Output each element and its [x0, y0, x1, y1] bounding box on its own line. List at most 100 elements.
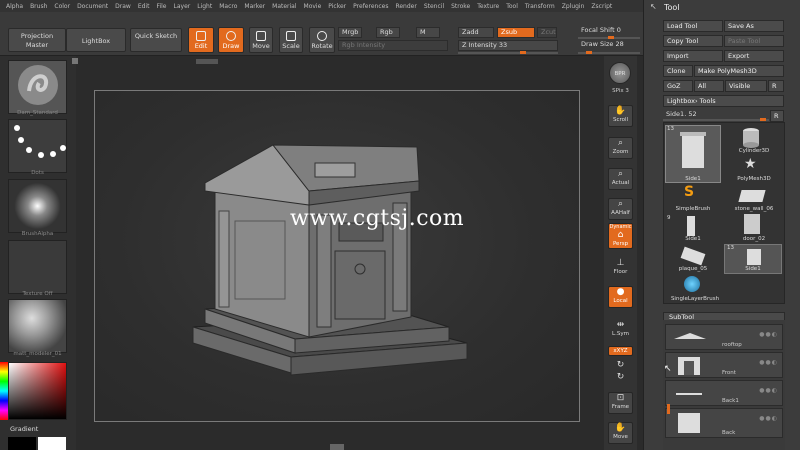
menu-item-file[interactable]: File: [156, 3, 166, 10]
visibility-eye-icon[interactable]: ●●◐: [759, 359, 778, 366]
hue-strip[interactable]: [0, 362, 8, 420]
rotate-button[interactable]: Rotate: [309, 27, 335, 53]
import-button[interactable]: Import: [663, 50, 723, 62]
visibility-eye-icon[interactable]: ●●◐: [759, 331, 778, 338]
current-tool-knob[interactable]: [760, 118, 766, 121]
simplebrush-icon[interactable]: S: [684, 184, 694, 200]
zcut-toggle[interactable]: Zcut: [537, 27, 557, 38]
menu-item-layer[interactable]: Layer: [174, 3, 191, 10]
move-button[interactable]: Move: [249, 27, 273, 53]
color-picker[interactable]: [8, 362, 67, 420]
r2-button[interactable]: R: [770, 110, 784, 122]
primary-color-swatch[interactable]: [8, 437, 36, 450]
mrgb-toggle[interactable]: Mrgb: [338, 27, 362, 38]
paste-tool-button[interactable]: Paste Tool: [724, 35, 784, 47]
alpha-thumbnail[interactable]: [8, 179, 67, 233]
draw-button[interactable]: Draw: [218, 27, 244, 53]
lightbox-button[interactable]: LightBox: [66, 28, 126, 52]
quick-sketch-button[interactable]: Quick Sketch: [130, 28, 182, 52]
local-button[interactable]: ● Local: [608, 286, 633, 308]
cylinder-icon[interactable]: [740, 127, 762, 149]
floor-button[interactable]: ⊥ Floor: [608, 258, 633, 280]
singlelayer-brush-icon[interactable]: [684, 276, 700, 292]
tool-cell-side1[interactable]: [665, 125, 721, 183]
stroke-thumbnail[interactable]: [8, 119, 67, 173]
subtool-row-front[interactable]: Front ●●◐: [665, 352, 783, 378]
rgb-toggle[interactable]: Rgb: [376, 27, 400, 38]
menu-item-brush[interactable]: Brush: [30, 3, 47, 10]
lightbox-tools-button[interactable]: Lightbox› Tools: [663, 95, 784, 107]
secondary-color-swatch[interactable]: [38, 437, 66, 450]
menu-item-texture[interactable]: Texture: [477, 3, 499, 10]
menu-item-macro[interactable]: Macro: [219, 3, 237, 10]
scale-button[interactable]: Scale: [279, 27, 303, 53]
subtool-row-back[interactable]: Back ●●◐: [665, 408, 783, 438]
menu-item-movie[interactable]: Movie: [304, 3, 322, 10]
m-toggle[interactable]: M: [416, 27, 440, 38]
rgb-intensity-slider[interactable]: Rgb Intensity: [338, 40, 448, 51]
document-canvas[interactable]: [94, 90, 580, 422]
subtool-row-rooftop[interactable]: rooftop ●●◐: [665, 324, 783, 350]
actual-button[interactable]: ⌕ Actual: [608, 168, 633, 190]
copy-tool-button[interactable]: Copy Tool: [663, 35, 723, 47]
menu-item-picker[interactable]: Picker: [328, 3, 346, 10]
menu-item-stencil[interactable]: Stencil: [424, 3, 444, 10]
draw-size-slider[interactable]: Draw Size 28: [578, 40, 640, 51]
subtool-row-back1[interactable]: Back1 ●●◐: [665, 380, 783, 406]
menu-item-material[interactable]: Material: [272, 3, 296, 10]
move-view-button[interactable]: ✋ Move: [608, 422, 633, 444]
menu-item-tool[interactable]: Tool: [506, 3, 518, 10]
rotate-y-icon[interactable]: ↻: [608, 360, 633, 372]
menu-item-color[interactable]: Color: [54, 3, 70, 10]
visibility-eye-icon[interactable]: ●●◐: [759, 415, 778, 422]
door-icon[interactable]: [744, 214, 760, 234]
lsym-button[interactable]: ⇹ L.Sym: [608, 320, 633, 342]
visibility-eye-icon[interactable]: ●●◐: [759, 387, 778, 394]
aahalf-button[interactable]: ⌕ AAHalf: [608, 198, 633, 220]
focal-shift-knob[interactable]: [608, 36, 614, 39]
brush-thumbnail[interactable]: [8, 60, 67, 114]
goz-button[interactable]: GoZ: [663, 80, 693, 92]
make-polymesh-button[interactable]: Make PolyMesh3D: [694, 65, 784, 77]
frame-button[interactable]: ⊡ Frame: [608, 392, 633, 414]
material-thumbnail[interactable]: [8, 299, 67, 353]
projection-master-button[interactable]: Projection Master: [8, 28, 66, 52]
save-as-button[interactable]: Save As: [724, 20, 784, 32]
menu-item-edit[interactable]: Edit: [138, 3, 150, 10]
collapse-arrow-icon[interactable]: ↖: [650, 2, 657, 11]
horizontal-scrollbar[interactable]: [196, 59, 218, 64]
menu-item-alpha[interactable]: Alpha: [6, 3, 23, 10]
load-tool-button[interactable]: Load Tool: [663, 20, 723, 32]
current-tool-slider[interactable]: Side1. 52: [666, 110, 697, 118]
menu-item-zplugin[interactable]: Zplugin: [562, 3, 585, 10]
bpr-button[interactable]: BPR: [609, 62, 631, 84]
xyz-button[interactable]: xXYZ: [608, 346, 633, 356]
side1b-icon[interactable]: [687, 216, 695, 236]
canvas-bottom-handle[interactable]: [330, 444, 344, 450]
persp-button[interactable]: Dynamic ⌂ Persp: [608, 223, 633, 249]
z-intensity-knob[interactable]: [520, 51, 526, 54]
spix-slider[interactable]: SPix 3: [604, 88, 637, 94]
stone-wall-icon[interactable]: [738, 190, 766, 202]
menu-item-marker[interactable]: Marker: [244, 3, 265, 10]
menu-item-light[interactable]: Light: [197, 3, 212, 10]
edit-button[interactable]: Edit: [188, 27, 214, 53]
menu-item-render[interactable]: Render: [395, 3, 416, 10]
menu-item-zscript[interactable]: Zscript: [591, 3, 612, 10]
r-button[interactable]: R: [768, 80, 784, 92]
scroll-button[interactable]: ✋ Scroll: [608, 105, 633, 127]
rotate-z-icon[interactable]: ↻: [608, 372, 633, 384]
menu-item-draw[interactable]: Draw: [115, 3, 131, 10]
texture-thumbnail[interactable]: [8, 240, 67, 294]
zoom-button[interactable]: ⌕ Zoom: [608, 137, 633, 159]
z-intensity-slider[interactable]: Z Intensity 33: [458, 40, 558, 51]
zsub-toggle[interactable]: Zsub: [497, 27, 535, 38]
export-button[interactable]: Export: [724, 50, 784, 62]
polymesh-star-icon[interactable]: ★: [744, 156, 757, 172]
menu-item-transform[interactable]: Transform: [525, 3, 555, 10]
zadd-toggle[interactable]: Zadd: [458, 27, 494, 38]
menu-item-document[interactable]: Document: [77, 3, 108, 10]
visible-button[interactable]: Visible: [725, 80, 767, 92]
menu-item-preferences[interactable]: Preferences: [353, 3, 388, 10]
all-button[interactable]: All: [694, 80, 724, 92]
